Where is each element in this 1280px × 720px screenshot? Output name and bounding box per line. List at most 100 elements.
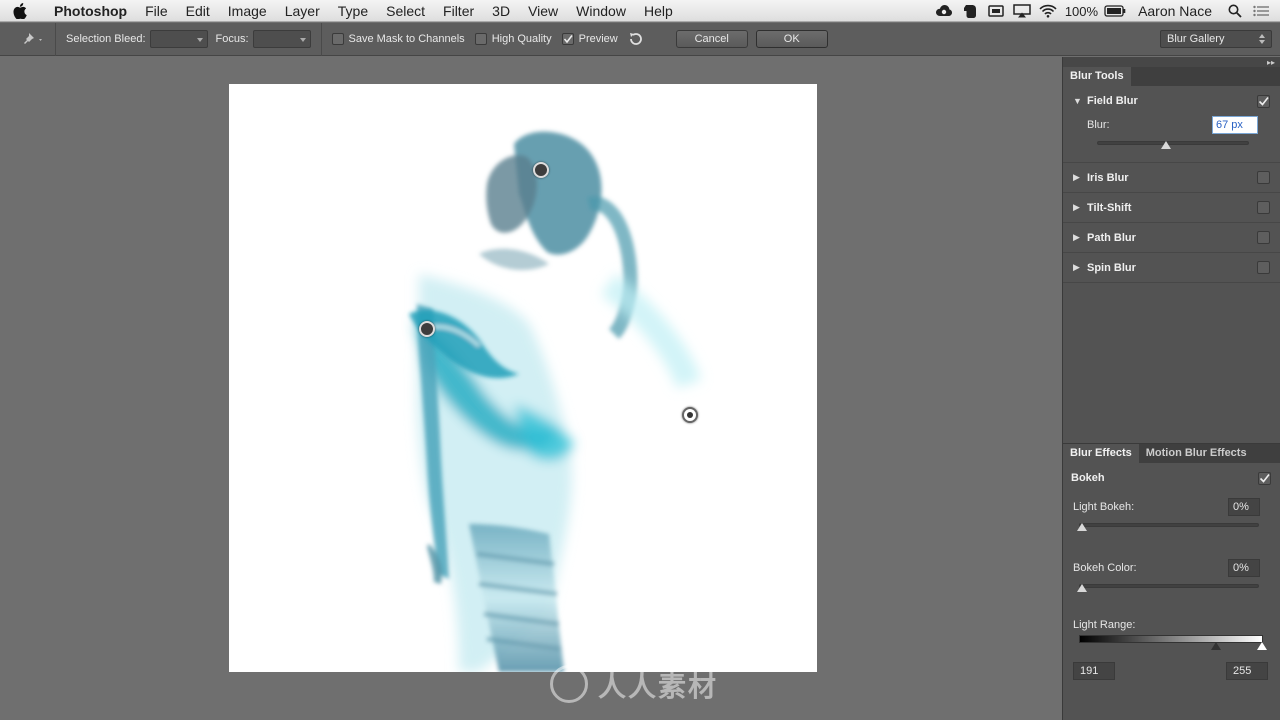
bokeh-row[interactable]: Bokeh	[1063, 463, 1280, 493]
bokeh-checkbox[interactable]	[1258, 471, 1271, 485]
selection-bleed-field[interactable]	[149, 30, 208, 48]
menu-file[interactable]: File	[136, 0, 177, 22]
tilt-shift-label: Tilt-Shift	[1087, 201, 1132, 214]
reset-icon[interactable]	[626, 29, 646, 49]
document-image[interactable]	[229, 84, 817, 672]
cancel-button[interactable]: Cancel	[675, 30, 748, 48]
collapse-icon[interactable]: ▸▸	[1267, 58, 1275, 67]
high-quality-label: High Quality	[491, 33, 552, 45]
selection-bleed-label: Selection Bleed:	[66, 33, 146, 45]
workspace-select[interactable]: Blur Gallery	[1160, 30, 1272, 48]
light-range-label: Light Range:	[1073, 619, 1136, 631]
high-quality-checkbox[interactable]	[474, 33, 487, 45]
blur-slider-track[interactable]	[1097, 141, 1249, 145]
preview-checkbox[interactable]	[561, 33, 574, 45]
expanded-triangle-icon[interactable]: ▼	[1073, 96, 1087, 106]
menu-view[interactable]: View	[519, 0, 567, 22]
menu-filter[interactable]: Filter	[434, 0, 483, 22]
canvas-area[interactable]: 人人素材	[0, 57, 1062, 720]
menu-image[interactable]: Image	[219, 0, 276, 22]
menu-app-name[interactable]: Photoshop	[40, 3, 136, 19]
blur-slider-thumb[interactable]	[1161, 141, 1171, 149]
path-blur-row[interactable]: ▶ Path Blur	[1063, 223, 1280, 253]
bokeh-color-label: Bokeh Color:	[1073, 562, 1137, 574]
menu-layer[interactable]: Layer	[276, 0, 329, 22]
light-range-low-input[interactable]: 191	[1073, 662, 1115, 680]
iris-blur-checkbox[interactable]	[1257, 171, 1270, 184]
menu-window[interactable]: Window	[567, 0, 635, 22]
save-mask-checkbox[interactable]	[331, 33, 344, 45]
bokeh-color-thumb[interactable]	[1077, 584, 1087, 592]
ok-button[interactable]: OK	[755, 30, 828, 48]
user-name[interactable]: Aaron Nace	[1128, 3, 1222, 19]
double-exposure-figure	[409, 131, 702, 672]
field-blur-section: ▼ Field Blur Blur: 67 px	[1063, 86, 1280, 163]
menu-help[interactable]: Help	[635, 0, 682, 22]
creative-cloud-icon[interactable]	[933, 0, 955, 22]
bokeh-label: Bokeh	[1071, 472, 1105, 484]
watermark: 人人素材	[598, 671, 719, 702]
light-bokeh-track[interactable]	[1079, 523, 1259, 527]
battery-percent: 100%	[1064, 3, 1099, 19]
collapsed-triangle-icon[interactable]: ▶	[1073, 232, 1087, 243]
spin-blur-label: Spin Blur	[1087, 261, 1136, 274]
tab-blur-effects[interactable]: Blur Effects	[1063, 444, 1139, 463]
iris-blur-row[interactable]: ▶ Iris Blur	[1063, 163, 1280, 193]
divider	[320, 22, 322, 56]
light-range-high-thumb[interactable]	[1257, 642, 1267, 650]
light-bokeh-input[interactable]: 0%	[1228, 498, 1260, 516]
evernote-icon[interactable]	[959, 0, 981, 22]
menu-select[interactable]: Select	[377, 0, 434, 22]
focus-field[interactable]	[252, 30, 311, 48]
tab-blur-tools[interactable]: Blur Tools	[1063, 67, 1131, 86]
pin-tool-icon[interactable]	[0, 22, 56, 56]
menu-edit[interactable]: Edit	[177, 0, 219, 22]
path-blur-label: Path Blur	[1087, 231, 1136, 244]
blur-pin[interactable]	[419, 321, 435, 337]
bokeh-color-track[interactable]	[1079, 584, 1259, 588]
preview-label: Preview	[578, 33, 618, 45]
collapsed-triangle-icon[interactable]: ▶	[1073, 172, 1087, 183]
blur-amount-label: Blur:	[1087, 119, 1110, 131]
light-range-gradient[interactable]	[1079, 635, 1263, 643]
tilt-shift-checkbox[interactable]	[1257, 201, 1270, 214]
menu-bar: Photoshop File Edit Image Layer Type Sel…	[0, 0, 1280, 22]
options-bar: Selection Bleed: Focus: Save Mask to Cha…	[0, 22, 1280, 56]
screen-icon[interactable]	[985, 0, 1007, 22]
spin-blur-row[interactable]: ▶ Spin Blur	[1063, 253, 1280, 283]
bokeh-color-input[interactable]: 0%	[1228, 559, 1260, 577]
wifi-icon[interactable]	[1037, 0, 1059, 22]
menu-type[interactable]: Type	[329, 0, 377, 22]
tilt-shift-row[interactable]: ▶ Tilt-Shift	[1063, 193, 1280, 223]
collapsed-triangle-icon[interactable]: ▶	[1073, 202, 1087, 213]
field-blur-label: Field Blur	[1087, 95, 1138, 107]
active-blur-pin[interactable]	[682, 407, 698, 423]
watermark-logo-icon	[550, 665, 588, 703]
field-blur-checkbox[interactable]	[1257, 94, 1270, 108]
battery-icon[interactable]	[1104, 0, 1126, 22]
apple-icon[interactable]	[0, 0, 40, 22]
menu-3d[interactable]: 3D	[483, 0, 519, 22]
search-icon[interactable]	[1224, 0, 1246, 22]
light-bokeh-thumb[interactable]	[1077, 523, 1087, 531]
light-range-high-input[interactable]: 255	[1226, 662, 1268, 680]
airplay-icon[interactable]	[1011, 0, 1033, 22]
status-area: 100% Aaron Nace	[931, 0, 1280, 22]
save-mask-label: Save Mask to Channels	[348, 33, 465, 45]
blur-pin[interactable]	[533, 162, 549, 178]
effects-tabs: Blur Effects Motion Blur Effects	[1063, 444, 1280, 463]
iris-blur-label: Iris Blur	[1087, 171, 1129, 184]
blur-amount-input[interactable]: 67 px	[1212, 116, 1258, 134]
tab-motion-blur-effects[interactable]: Motion Blur Effects	[1139, 444, 1254, 463]
collapsed-triangle-icon[interactable]: ▶	[1073, 262, 1087, 273]
focus-label: Focus:	[215, 33, 249, 45]
path-blur-checkbox[interactable]	[1257, 231, 1270, 244]
list-icon[interactable]	[1250, 0, 1272, 22]
blur-tools-tabs: Blur Tools	[1063, 67, 1280, 86]
blur-effects-section: Blur Effects Motion Blur Effects Bokeh L…	[1063, 443, 1280, 720]
field-blur-row[interactable]: ▼ Field Blur	[1063, 86, 1280, 116]
blur-gallery-panel: ▸▸ Blur Tools ▼ Field Blur Blur: 67 px ▶…	[1062, 57, 1280, 720]
spin-blur-checkbox[interactable]	[1257, 261, 1270, 274]
panel-top-bar: ▸▸	[1063, 57, 1280, 67]
light-range-low-thumb[interactable]	[1211, 642, 1221, 650]
